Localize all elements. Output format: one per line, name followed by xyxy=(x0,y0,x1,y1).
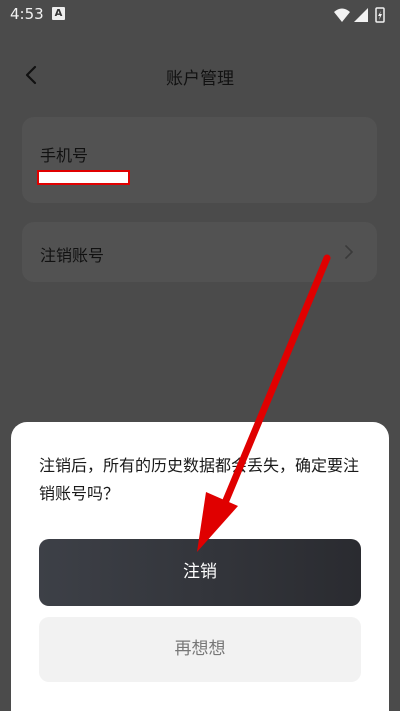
phone-card: 手机号 xyxy=(22,117,377,203)
dialog-message: 注销后，所有的历史数据都会丢失，确定要注销账号吗？ xyxy=(39,456,360,503)
cancel-account-label: 注销账号 xyxy=(40,246,105,265)
notification-icon: A xyxy=(52,7,65,20)
status-time: 4:53 xyxy=(10,5,44,23)
wifi-icon xyxy=(334,8,350,22)
confirm-cancel-account-button[interactable]: 注销 xyxy=(39,539,361,606)
status-bar: 4:53 A xyxy=(0,0,400,28)
header: 账户管理 xyxy=(0,46,400,102)
redacted-phone-number xyxy=(37,170,130,185)
cancel-account-row[interactable]: 注销账号 xyxy=(22,222,377,282)
confirm-dialog: 注销后，所有的历史数据都会丢失，确定要注销账号吗？ 注销 再想想 xyxy=(11,422,389,711)
phone-label: 手机号 xyxy=(40,146,89,165)
status-icons xyxy=(334,7,385,23)
reconsider-button[interactable]: 再想想 xyxy=(39,617,361,682)
signal-icon xyxy=(354,8,368,22)
page-title: 账户管理 xyxy=(166,69,234,89)
chevron-right-icon xyxy=(345,245,353,259)
